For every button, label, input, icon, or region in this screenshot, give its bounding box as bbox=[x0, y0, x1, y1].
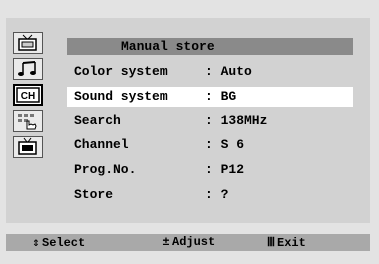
function-icon[interactable] bbox=[13, 110, 43, 132]
select-hint-label: Select bbox=[42, 236, 86, 250]
menu-title-bar: Manual store bbox=[67, 38, 353, 55]
row-value: : BG bbox=[205, 89, 237, 104]
row-label: Store bbox=[74, 187, 114, 202]
row-label: Search bbox=[74, 113, 121, 128]
menu-button-icon: Ⅲ bbox=[266, 236, 276, 250]
plus-minus-icon: ± bbox=[162, 235, 170, 249]
tv-screen: CH Manual store Color system: Auto Soun… bbox=[0, 0, 379, 264]
channel-icon-text: CH bbox=[21, 91, 35, 102]
adjust-hint-label: Adjust bbox=[172, 235, 216, 249]
menu-title: Manual store bbox=[121, 39, 215, 54]
row-value: : ? bbox=[205, 187, 229, 202]
row-value: : Auto bbox=[205, 64, 252, 79]
row-label: Channel bbox=[74, 137, 129, 152]
row-value: : 138MHz bbox=[205, 113, 268, 128]
sound-icon[interactable] bbox=[13, 58, 43, 80]
menu-row-prog-no[interactable]: Prog.No. : P12 bbox=[67, 160, 353, 180]
menu-row-sound-system[interactable]: Sound system : BG bbox=[67, 87, 353, 107]
row-label: Prog.No. bbox=[74, 162, 137, 177]
menu-row-color-system[interactable]: Color system : Auto bbox=[67, 62, 353, 82]
row-value: : S 6 bbox=[205, 137, 245, 152]
picture-icon[interactable] bbox=[13, 32, 43, 54]
updown-arrow-icon: ⇕ bbox=[32, 236, 40, 250]
select-hint: ⇕ Select bbox=[30, 235, 85, 250]
menu-row-store[interactable]: Store : ? bbox=[67, 185, 353, 205]
adjust-hint: ± Adjust bbox=[160, 235, 215, 249]
help-bar: ⇕ Select ± Adjust Ⅲ Exit bbox=[6, 234, 370, 251]
menu-row-search[interactable]: Search : 138MHz bbox=[67, 111, 353, 131]
exit-hint: Ⅲ Exit bbox=[265, 235, 306, 250]
channel-icon[interactable]: CH bbox=[13, 84, 43, 106]
row-label: Color system bbox=[74, 64, 168, 79]
setup-icon[interactable] bbox=[13, 136, 43, 158]
exit-hint-label: Exit bbox=[277, 236, 306, 250]
menu-row-channel[interactable]: Channel : S 6 bbox=[67, 135, 353, 155]
row-label: Sound system bbox=[74, 89, 168, 104]
row-value: : P12 bbox=[205, 162, 245, 177]
